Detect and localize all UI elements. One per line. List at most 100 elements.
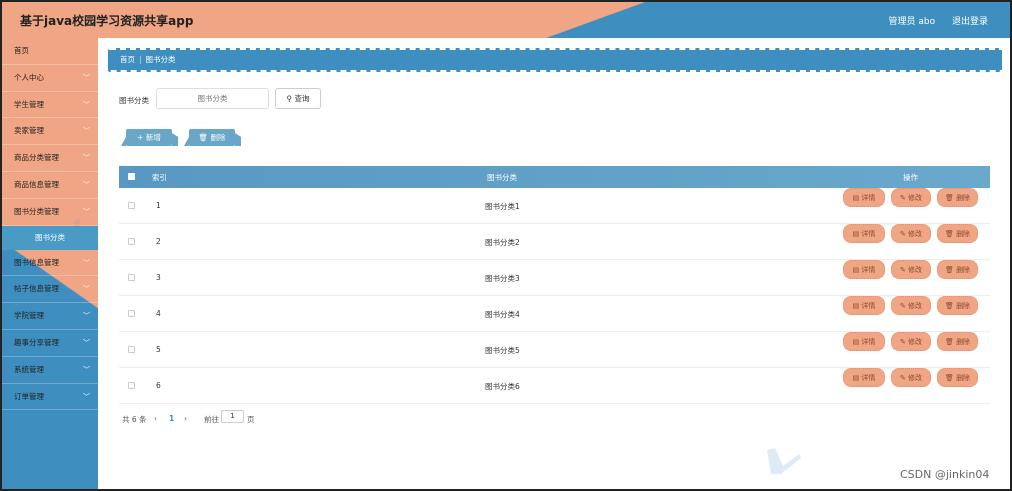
edit-icon: ✎ xyxy=(899,194,906,202)
add-button-label: 新增 xyxy=(145,133,161,142)
detail-icon: ▤ xyxy=(852,374,860,382)
row-delete-button-label: 删除 xyxy=(956,374,971,382)
sidebar-item-book-categories[interactable]: 图书分类管理 ﹀ xyxy=(2,199,98,226)
row-checkbox[interactable] xyxy=(128,238,135,245)
row-checkbox[interactable] xyxy=(128,382,135,389)
sidebar-item-colleges[interactable]: 学院管理 ﹀ xyxy=(2,303,98,330)
row-delete-button-label: 删除 xyxy=(956,302,971,310)
search-icon: ⚲ xyxy=(286,94,293,103)
sidebar-item-label: 学生管理 xyxy=(14,99,44,109)
logout-link[interactable]: 退出登录 xyxy=(952,17,988,27)
csdn-watermark: CSDN @jinkin04 xyxy=(900,468,990,481)
search-label: 图书分类 xyxy=(119,96,149,105)
next-page-icon[interactable]: › xyxy=(184,414,187,423)
edit-icon: ✎ xyxy=(899,374,906,382)
sidebar-item-label: 首页 xyxy=(14,46,29,55)
sidebar-item-books[interactable]: 图书信息管理 ﹀ xyxy=(2,250,98,277)
top-header: 基于java校园学习资源共享app 管理员 abo 退出登录 xyxy=(2,2,1010,38)
row-delete-button[interactable]: 🗑 删除 xyxy=(937,368,978,387)
prev-page-icon[interactable]: ‹ xyxy=(154,414,157,423)
total-count: 共 6 条 xyxy=(122,415,147,424)
add-button[interactable]: + 新增 xyxy=(126,129,172,146)
sidebar-item-home[interactable]: 首页 xyxy=(2,38,98,65)
sidebar-item-label: 图书信息管理 xyxy=(14,257,59,267)
detail-button-label: 详情 xyxy=(861,230,876,238)
breadcrumb-home[interactable]: 首页 xyxy=(120,55,135,64)
goto-page-input[interactable]: 1 xyxy=(221,410,244,423)
sidebar-item-students[interactable]: 学生管理 ﹀ xyxy=(2,92,98,119)
table-row: 6 图书分类6 ▤ 详情 ✎ 修改 🗑 删除 xyxy=(119,368,990,404)
row-checkbox[interactable] xyxy=(128,310,135,317)
edit-button[interactable]: ✎ 修改 xyxy=(891,368,931,387)
sidebar-item-product-categories[interactable]: 商品分类管理 ﹀ xyxy=(2,145,98,172)
breadcrumb: 首页 | 图书分类 xyxy=(108,48,1002,72)
app-title: 基于java校园学习资源共享app xyxy=(20,14,194,28)
row-category: 图书分类1 xyxy=(485,202,520,211)
edit-icon: ✎ xyxy=(899,302,906,310)
edit-button[interactable]: ✎ 修改 xyxy=(891,296,931,315)
sidebar-item-products[interactable]: 商品信息管理 ﹀ xyxy=(2,172,98,199)
detail-button[interactable]: ▤ 详情 xyxy=(843,296,885,315)
row-delete-button[interactable]: 🗑 删除 xyxy=(937,260,978,279)
detail-button[interactable]: ▤ 详情 xyxy=(843,332,885,351)
sidebar-item-label: 趣事分享管理 xyxy=(14,337,59,347)
detail-button[interactable]: ▤ 详情 xyxy=(843,188,885,207)
row-delete-button-label: 删除 xyxy=(956,266,971,274)
row-checkbox[interactable] xyxy=(128,346,135,353)
page-number-current[interactable]: 1 xyxy=(169,414,174,423)
row-checkbox[interactable] xyxy=(128,202,135,209)
sidebar-item-system[interactable]: 系统管理 ﹀ xyxy=(2,357,98,384)
row-category: 图书分类4 xyxy=(485,310,520,319)
delete-button[interactable]: 🗑 删除 xyxy=(189,129,235,146)
detail-button[interactable]: ▤ 详情 xyxy=(843,224,885,243)
sidebar-subitem-book-category[interactable]: 图书分类 xyxy=(2,225,98,250)
logo-watermark-icon xyxy=(767,448,801,474)
edit-button[interactable]: ✎ 修改 xyxy=(891,332,931,351)
sidebar: 首页 个人中心 ﹀ 学生管理 ﹀ 卖家管理 ﹀ 商品分类管理 ﹀ 商品信息管理 ﹀ 图书分… xyxy=(2,38,98,489)
row-checkbox[interactable] xyxy=(128,274,135,281)
sidebar-item-posts[interactable]: 帖子信息管理 ﹀ xyxy=(2,276,98,304)
sidebar-item-fun-sharing[interactable]: 趣事分享管理 ﹀ xyxy=(2,330,98,357)
detail-button[interactable]: ▤ 详情 xyxy=(843,368,885,387)
sidebar-item-personal-center[interactable]: 个人中心 ﹀ xyxy=(2,65,98,92)
sidebar-item-label: 系统管理 xyxy=(14,364,44,374)
detail-icon: ▤ xyxy=(852,338,860,346)
goto-prefix: 前往 xyxy=(204,415,219,424)
detail-button[interactable]: ▤ 详情 xyxy=(843,260,885,279)
table-row: 2 图书分类2 ▤ 详情 ✎ 修改 🗑 删除 xyxy=(119,224,990,260)
edit-button-label: 修改 xyxy=(908,374,923,382)
row-index: 1 xyxy=(156,201,161,210)
row-delete-button[interactable]: 🗑 删除 xyxy=(937,332,978,351)
row-delete-button-label: 删除 xyxy=(956,194,971,202)
sidebar-item-sellers[interactable]: 卖家管理 ﹀ xyxy=(2,118,98,146)
edit-icon: ✎ xyxy=(899,266,906,274)
chevron-down-icon: ﹀ xyxy=(83,127,90,136)
search-button[interactable]: ⚲ 查询 xyxy=(275,88,321,109)
chevron-down-icon: ﹀ xyxy=(83,73,90,82)
sidebar-item-label: 订单管理 xyxy=(14,391,44,401)
search-input[interactable] xyxy=(156,88,269,109)
row-delete-button-label: 删除 xyxy=(956,338,971,346)
edit-button[interactable]: ✎ 修改 xyxy=(891,224,931,243)
row-delete-button[interactable]: 🗑 删除 xyxy=(937,296,978,315)
sidebar-item-label: 商品分类管理 xyxy=(14,153,59,163)
app-window: 基于java校园学习资源共享app 管理员 abo 退出登录 首页 个人中心 ﹀ … xyxy=(0,0,1012,491)
edit-button-label: 修改 xyxy=(908,302,923,310)
table-body: 1 图书分类1 ▤ 详情 ✎ 修改 🗑 删除 2 图书分类2 ▤ 详情 ✎ 修改… xyxy=(119,188,990,404)
row-category: 图书分类2 xyxy=(485,238,520,247)
row-index: 6 xyxy=(156,381,161,390)
row-index: 2 xyxy=(156,237,161,246)
edit-button[interactable]: ✎ 修改 xyxy=(891,188,931,207)
detail-icon: ▤ xyxy=(852,266,860,274)
row-delete-button[interactable]: 🗑 删除 xyxy=(937,224,978,243)
edit-button[interactable]: ✎ 修改 xyxy=(891,260,931,279)
header-category: 图书分类 xyxy=(487,173,517,182)
row-delete-button[interactable]: 🗑 删除 xyxy=(937,188,978,207)
row-index: 3 xyxy=(156,273,161,282)
select-all-checkbox[interactable] xyxy=(128,173,135,180)
chevron-down-icon: ﹀ xyxy=(83,392,90,401)
mouse-pointer-icon: ☝ xyxy=(74,218,81,229)
breadcrumb-current: 图书分类 xyxy=(145,55,176,64)
sidebar-item-label: 帖子信息管理 xyxy=(14,284,59,294)
sidebar-item-orders[interactable]: 订单管理 ﹀ xyxy=(2,384,98,411)
